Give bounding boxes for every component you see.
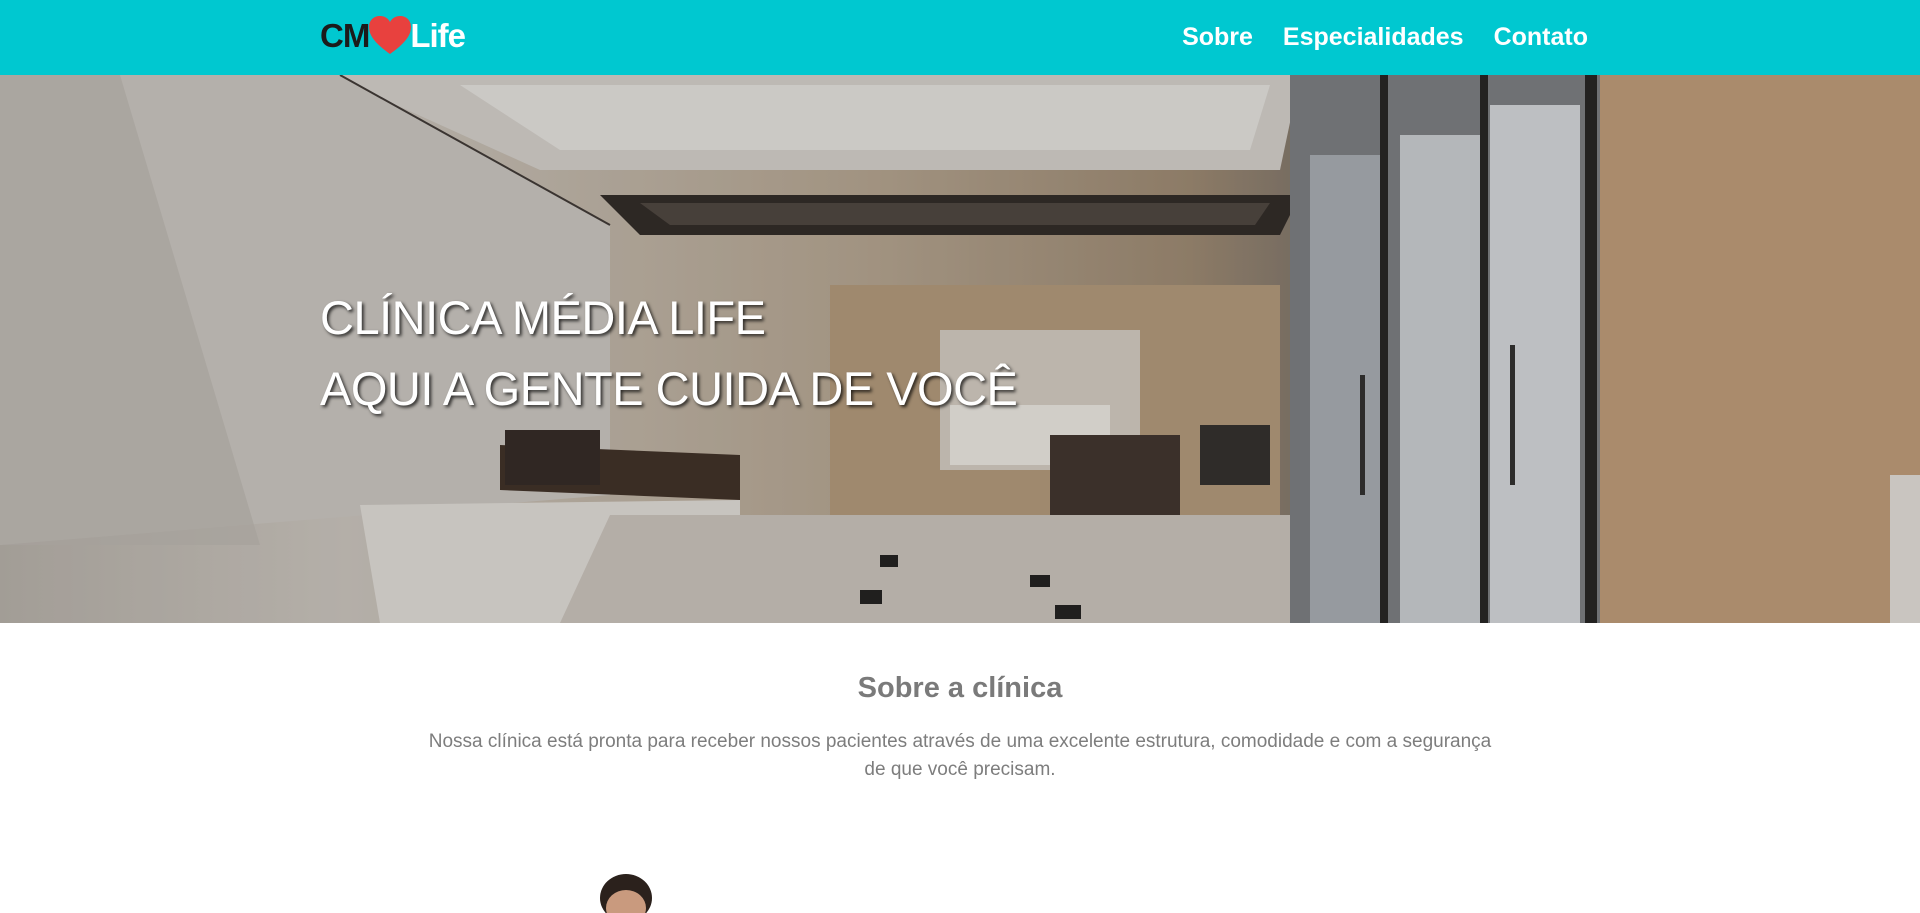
- heart-icon: [369, 16, 412, 54]
- hero-title-line-1: CLÍNICA MÉDIA LIFE: [320, 291, 766, 344]
- hero-banner: CLÍNICA MÉDIA LIFE AQUI A GENTE CUIDA DE…: [0, 75, 1920, 623]
- logo-suffix: Life: [410, 17, 466, 54]
- logo[interactable]: CM Life: [320, 14, 466, 58]
- top-navbar: CM Life Sobre Especialidades Contato: [0, 0, 1920, 75]
- logo-prefix: CM: [320, 17, 370, 54]
- main-nav: Sobre Especialidades Contato: [1182, 20, 1588, 54]
- hero-title: CLÍNICA MÉDIA LIFE AQUI A GENTE CUIDA DE…: [320, 282, 1018, 424]
- nav-link-sobre[interactable]: Sobre: [1182, 20, 1253, 54]
- about-description: Nossa clínica está pronta para receber n…: [428, 731, 1492, 780]
- nav-link-contato[interactable]: Contato: [1494, 20, 1588, 54]
- hero-title-line-2: AQUI A GENTE CUIDA DE VOCÊ: [320, 362, 1018, 415]
- about-title: Sobre a clínica: [857, 672, 1063, 704]
- doctor-photo: [590, 870, 660, 913]
- nav-link-especialidades[interactable]: Especialidades: [1283, 20, 1464, 54]
